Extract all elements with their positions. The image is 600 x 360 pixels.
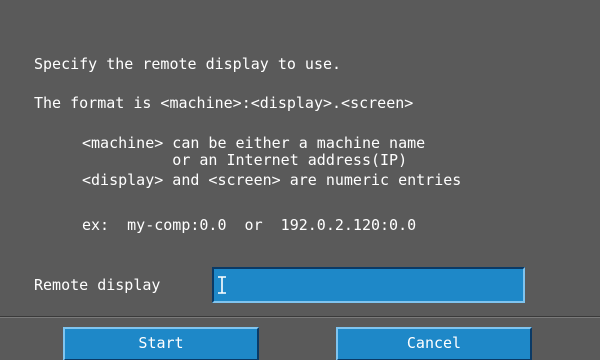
format-text: The format is <machine>:<display>.<scree… — [34, 94, 414, 112]
display-help-line: <display> and <screen> are numeric entri… — [82, 171, 462, 189]
intro-text: Specify the remote display to use. — [34, 55, 342, 73]
cancel-button[interactable]: Cancel — [336, 327, 532, 360]
remote-display-input[interactable] — [212, 267, 525, 303]
start-button[interactable]: Start — [63, 327, 259, 360]
remote-display-label: Remote display — [34, 276, 161, 294]
example-text: ex: my-comp:0.0 or 192.0.2.120:0.0 — [82, 216, 417, 234]
divider — [0, 316, 600, 318]
remote-display-dialog: Specify the remote display to use. The f… — [0, 0, 600, 360]
text-cursor-icon — [217, 276, 227, 294]
machine-help-line2: or an Internet address(IP) — [82, 151, 408, 169]
